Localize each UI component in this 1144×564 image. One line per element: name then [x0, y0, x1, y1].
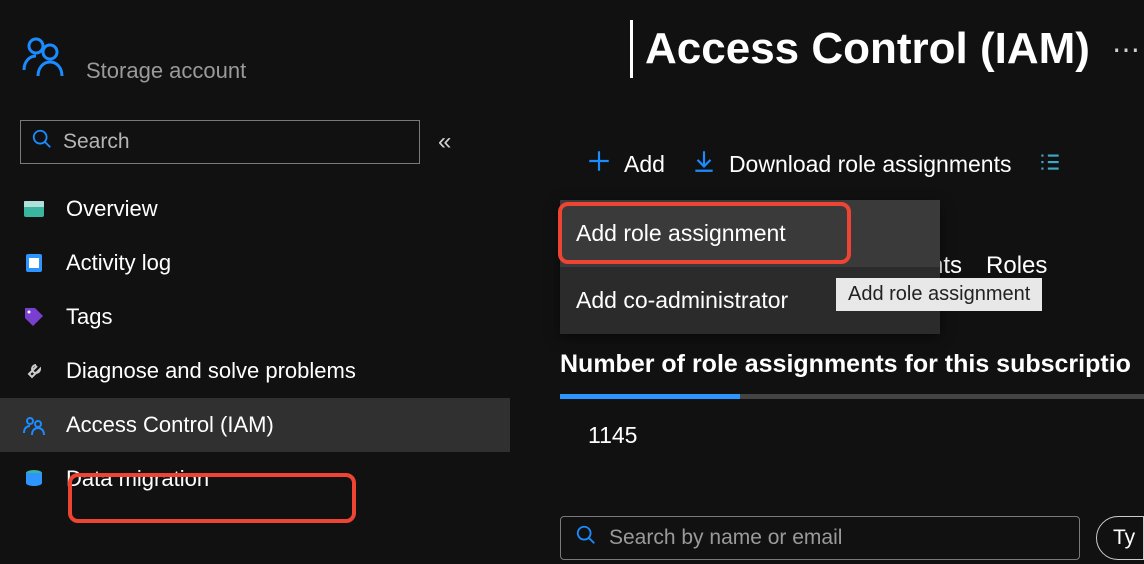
- search-icon: [575, 524, 597, 552]
- activity-log-icon: [20, 251, 48, 275]
- name-email-search[interactable]: [560, 516, 1080, 560]
- people-small-icon: [20, 413, 48, 437]
- dropdown-add-role-assignment[interactable]: Add role assignment: [560, 200, 940, 267]
- sidebar-item-access-control[interactable]: Access Control (IAM): [0, 398, 510, 452]
- search-icon: [31, 128, 53, 156]
- database-icon: [20, 467, 48, 491]
- sidebar-item-activity-log[interactable]: Activity log: [0, 236, 510, 290]
- type-filter-label: Ty: [1113, 526, 1135, 550]
- download-button[interactable]: Download role assignments: [691, 148, 1012, 180]
- title-row: Access Control (IAM) ⋯: [560, 20, 1144, 78]
- tabs: nts Roles: [930, 252, 1047, 280]
- people-icon: [20, 30, 68, 84]
- wrench-icon: [20, 359, 48, 383]
- sidebar-item-tags[interactable]: Tags: [0, 290, 510, 344]
- add-button[interactable]: Add: [586, 148, 665, 180]
- assignment-count: 1145: [588, 422, 637, 449]
- more-icon[interactable]: ⋯: [1112, 33, 1140, 66]
- section-heading: Number of role assignments for this subs…: [560, 350, 1131, 379]
- type-filter-button[interactable]: Ty: [1096, 516, 1144, 560]
- sidebar-item-label: Overview: [66, 196, 158, 222]
- tag-icon: [20, 305, 48, 329]
- overview-icon: [20, 197, 48, 221]
- toolbar: Add Download role assignments: [560, 148, 1144, 180]
- sidebar-item-label: Activity log: [66, 250, 171, 276]
- download-icon: [691, 148, 717, 180]
- resource-header: Storage account: [0, 0, 510, 84]
- collapse-icon[interactable]: «: [438, 128, 451, 156]
- progress-fill: [560, 394, 740, 399]
- sidebar-item-diagnose[interactable]: Diagnose and solve problems: [0, 344, 510, 398]
- name-email-input[interactable]: [609, 526, 1065, 550]
- progress-bar: [560, 394, 1144, 399]
- sidebar-search-input[interactable]: [63, 130, 409, 154]
- page-title: Access Control (IAM): [645, 24, 1090, 74]
- tab-roles[interactable]: Roles: [986, 252, 1047, 280]
- add-dropdown: Add role assignment Add co-administrator: [560, 200, 940, 334]
- tooltip: Add role assignment: [836, 278, 1042, 311]
- download-label: Download role assignments: [729, 151, 1012, 178]
- title-divider: [630, 20, 633, 78]
- sidebar-item-label: Tags: [66, 304, 112, 330]
- list-icon: [1037, 148, 1063, 180]
- resource-type: Storage account: [86, 58, 246, 84]
- sidebar-search[interactable]: [20, 120, 420, 164]
- sidebar-item-label: Diagnose and solve problems: [66, 358, 356, 384]
- sidebar-item-data-migration[interactable]: Data migration: [0, 452, 510, 506]
- plus-icon: [586, 148, 612, 180]
- sidebar-nav: Overview Activity log Tags Diagnose and …: [0, 182, 510, 506]
- sidebar-item-overview[interactable]: Overview: [0, 182, 510, 236]
- list-button[interactable]: [1037, 148, 1063, 180]
- main-content: Access Control (IAM) ⋯ Add Download role…: [560, 0, 1144, 564]
- sidebar-item-label: Data migration: [66, 466, 209, 492]
- add-label: Add: [624, 151, 665, 178]
- sidebar: Storage account « Overview Activity log: [0, 0, 510, 564]
- sidebar-item-label: Access Control (IAM): [66, 412, 274, 438]
- sidebar-search-row: «: [20, 120, 510, 164]
